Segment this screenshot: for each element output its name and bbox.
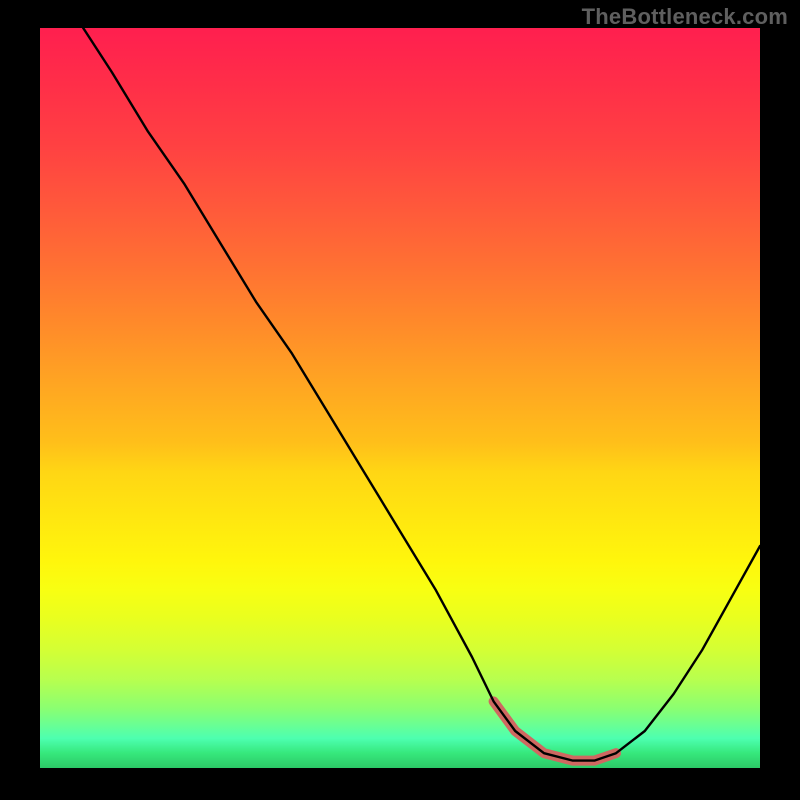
curve-svg [40, 28, 760, 768]
plot-area [40, 28, 760, 768]
watermark-label: TheBottleneck.com [582, 4, 788, 30]
optimal-range-highlight [494, 701, 616, 760]
bottleneck-curve [83, 28, 760, 761]
chart-container: TheBottleneck.com [0, 0, 800, 800]
